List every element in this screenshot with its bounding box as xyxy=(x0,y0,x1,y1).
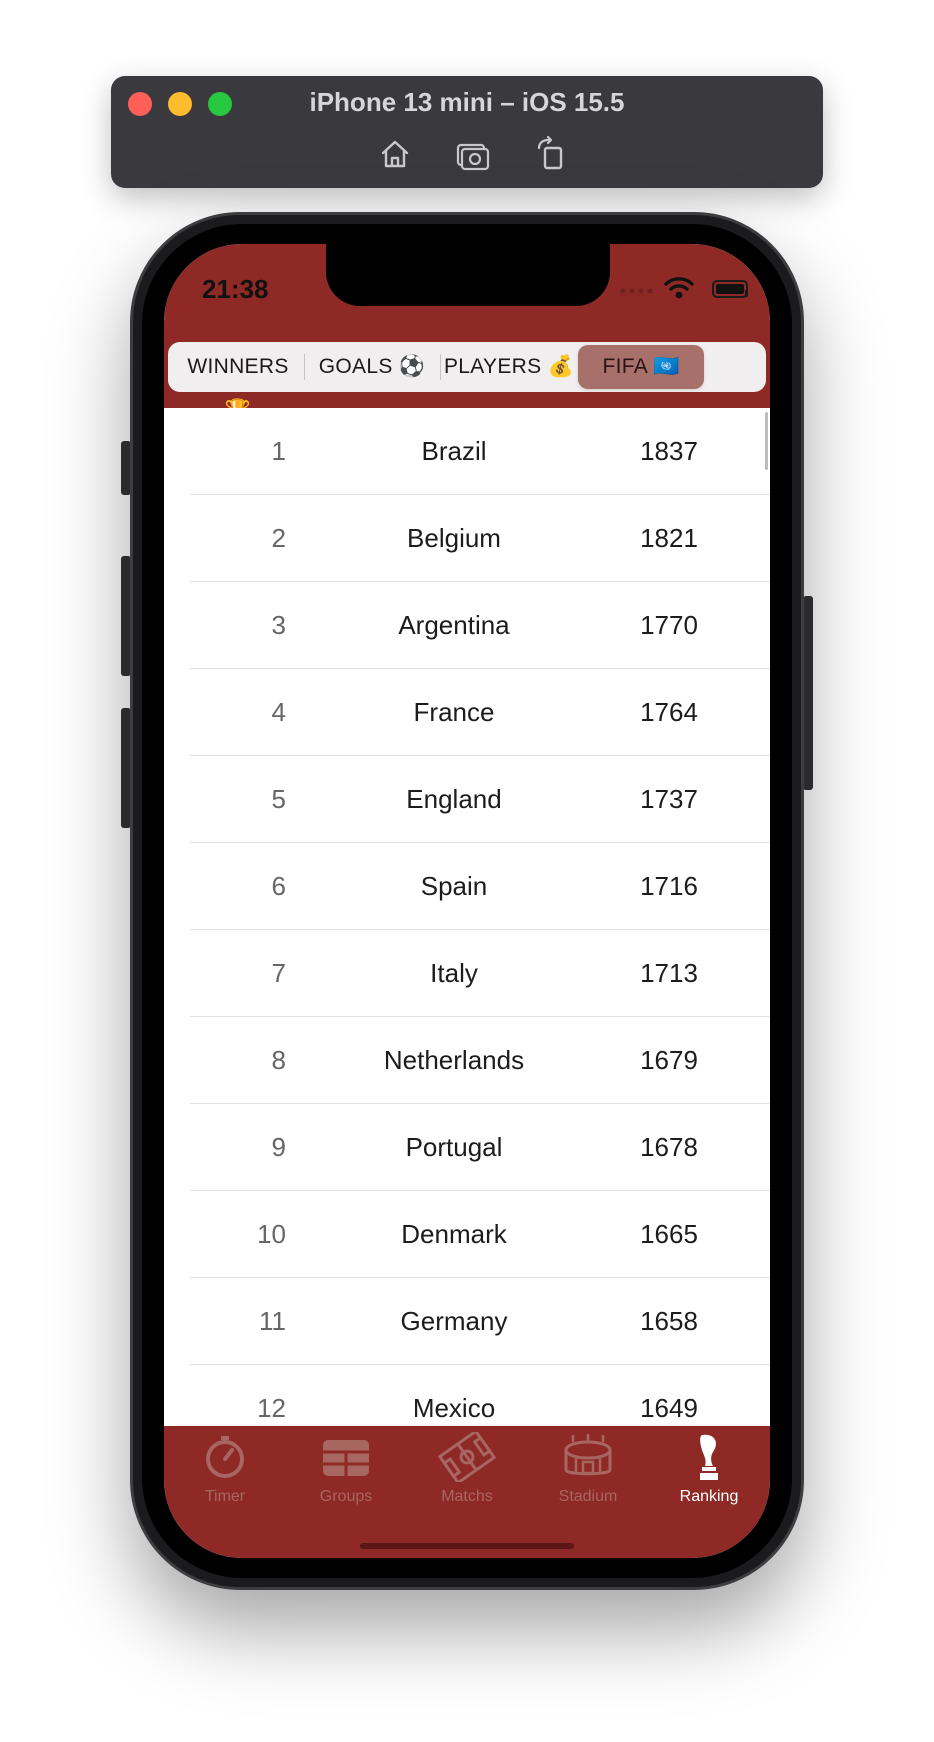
screenshot-icon[interactable] xyxy=(453,134,493,174)
points-cell: 1737 xyxy=(640,784,698,814)
team-cell: Spain xyxy=(420,871,488,901)
tab-bar: Timer Groups Matchs Stadium Ranking xyxy=(164,1426,770,1558)
wifi-icon xyxy=(664,277,694,299)
points-cell: 1658 xyxy=(640,1306,698,1336)
tab-stadium[interactable]: Stadium xyxy=(528,1432,648,1512)
table-row[interactable]: 6 Spain 1716 xyxy=(190,843,770,930)
signal-icon xyxy=(620,288,653,294)
points-cell: 1837 xyxy=(640,436,698,466)
segment-winners[interactable]: WINNERS 🏆 xyxy=(174,345,302,422)
rank-cell: 9 xyxy=(271,1132,286,1162)
team-cell: Brazil xyxy=(421,436,487,466)
table-row[interactable]: 4 France 1764 xyxy=(190,669,770,756)
rank-cell: 8 xyxy=(271,1045,286,1075)
rank-cell: 3 xyxy=(271,610,286,640)
tab-matchs[interactable]: Matchs xyxy=(407,1432,527,1512)
team-cell: Mexico xyxy=(412,1393,496,1423)
team-cell: Italy xyxy=(430,958,478,988)
team-cell: Germany xyxy=(400,1306,508,1336)
rank-cell: 2 xyxy=(271,523,286,553)
rank-cell: 6 xyxy=(271,871,286,901)
segment-divider xyxy=(440,354,441,380)
rank-cell: 11 xyxy=(259,1306,286,1336)
field-icon xyxy=(438,1432,496,1482)
table-row[interactable]: 7 Italy 1713 xyxy=(190,930,770,1017)
notch xyxy=(326,244,610,306)
simulator-title: iPhone 13 mini – iOS 15.5 xyxy=(309,87,625,117)
battery-icon xyxy=(712,280,748,298)
segment-goals[interactable]: GOALS ⚽ xyxy=(306,345,438,389)
table-row[interactable]: 5 England 1737 xyxy=(190,756,770,843)
tab-ranking[interactable]: Ranking xyxy=(649,1432,769,1512)
team-cell: Argentina xyxy=(398,610,510,640)
table-row[interactable]: 8 Netherlands 1679 xyxy=(190,1017,770,1104)
tab-timer[interactable]: Timer xyxy=(165,1432,285,1512)
rank-cell: 5 xyxy=(271,784,286,814)
tab-label: Timer xyxy=(204,1488,246,1505)
rank-cell: 4 xyxy=(271,697,286,727)
tab-label: Ranking xyxy=(679,1488,739,1505)
team-cell: Belgium xyxy=(407,523,501,553)
points-cell: 1679 xyxy=(640,1045,698,1075)
points-cell: 1764 xyxy=(640,697,698,727)
groups-icon xyxy=(323,1440,369,1476)
ranking-segmented-control: WINNERS 🏆 GOALS ⚽ PLAYERS 💰 FIFA 🇺🇳 xyxy=(168,342,766,422)
points-cell: 1649 xyxy=(640,1393,698,1423)
team-cell: Portugal xyxy=(405,1132,503,1162)
ranking-table[interactable]: 1 Brazil 1837 2 Belgium 1821 3 Argentina… xyxy=(164,408,770,1426)
rank-cell: 7 xyxy=(271,958,286,988)
table-row[interactable]: 2 Belgium 1821 xyxy=(190,495,770,582)
rank-cell: 12 xyxy=(257,1393,286,1423)
home-icon[interactable] xyxy=(375,134,415,174)
table-row[interactable]: 12 Mexico 1649 xyxy=(190,1365,770,1426)
segment-fifa[interactable]: FIFA 🇺🇳 xyxy=(578,345,704,389)
table-row[interactable]: 9 Portugal 1678 xyxy=(190,1104,770,1191)
tab-label: Stadium xyxy=(558,1488,618,1505)
table-row[interactable]: 3 Argentina 1770 xyxy=(190,582,770,669)
home-indicator[interactable] xyxy=(360,1543,574,1549)
table-row[interactable]: 10 Denmark 1665 xyxy=(190,1191,770,1278)
points-cell: 1821 xyxy=(640,523,698,553)
points-cell: 1713 xyxy=(640,958,698,988)
table-row[interactable]: 11 Germany 1658 xyxy=(190,1278,770,1365)
timer-icon xyxy=(206,1436,244,1478)
team-cell: England xyxy=(406,784,502,814)
points-cell: 1770 xyxy=(640,610,698,640)
rank-cell: 10 xyxy=(257,1219,286,1249)
points-cell: 1678 xyxy=(640,1132,698,1162)
tab-label: Matchs xyxy=(441,1488,493,1505)
header-area: 21:38 WINNERS 🏆 GOALS ⚽ PLAYERS 💰 FIFA 🇺… xyxy=(164,244,770,422)
phone-screen: 21:38 WINNERS 🏆 GOALS ⚽ PLAYERS 💰 FIFA 🇺… xyxy=(164,244,770,1558)
rank-cell: 1 xyxy=(271,436,286,466)
rotate-icon[interactable] xyxy=(531,134,571,174)
team-cell: Denmark xyxy=(401,1219,507,1249)
team-cell: France xyxy=(413,697,495,727)
team-cell: Netherlands xyxy=(383,1045,525,1075)
points-cell: 1716 xyxy=(640,871,698,901)
segment-divider xyxy=(304,354,305,380)
trophy-icon xyxy=(700,1434,718,1480)
status-time: 21:38 xyxy=(202,274,269,304)
power-button xyxy=(803,596,813,790)
tab-groups[interactable]: Groups xyxy=(286,1432,406,1512)
tab-label: Groups xyxy=(319,1488,373,1505)
table-row[interactable]: 1 Brazil 1837 xyxy=(190,408,770,495)
simulator-title-bar: iPhone 13 mini – iOS 15.5 xyxy=(111,76,823,188)
stadium-icon xyxy=(564,1434,612,1476)
points-cell: 1665 xyxy=(640,1219,698,1249)
segment-players[interactable]: PLAYERS 💰 xyxy=(442,345,576,389)
